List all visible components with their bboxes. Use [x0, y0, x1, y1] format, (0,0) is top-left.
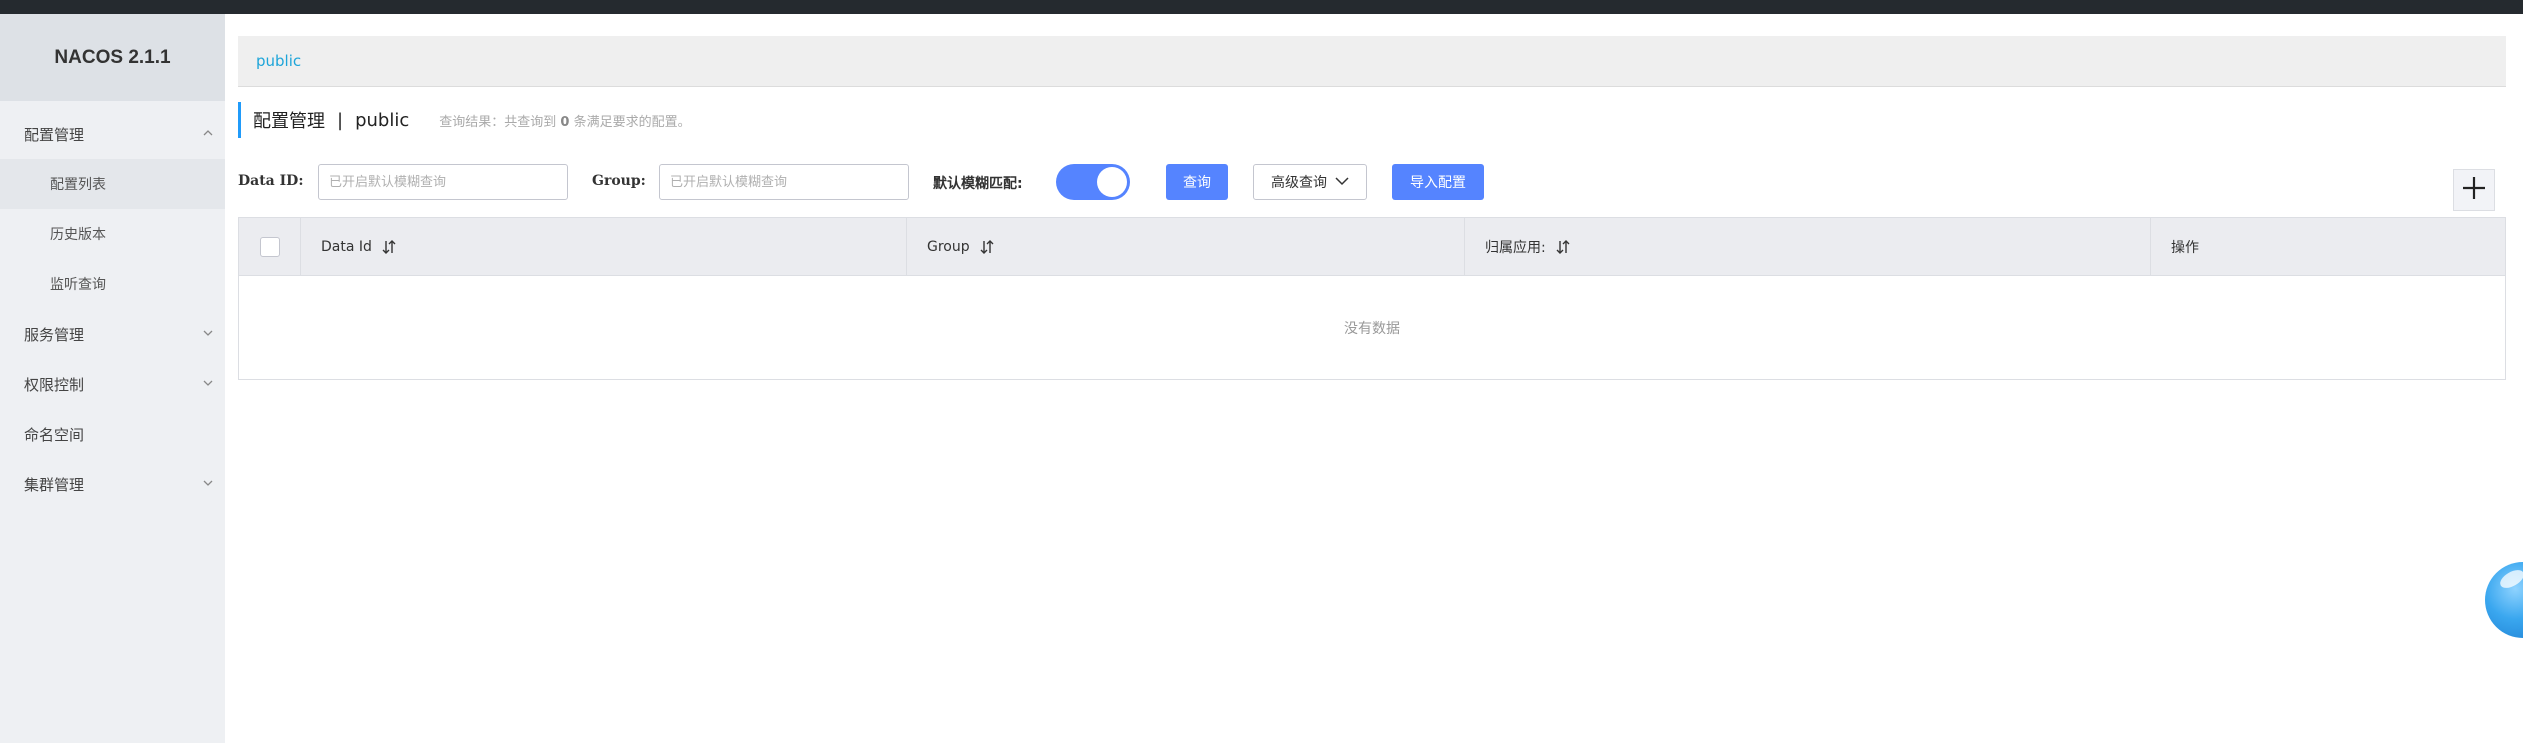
sidebar-item-namespace[interactable]: 命名空间 [0, 409, 225, 459]
data-id-input[interactable] [318, 164, 568, 200]
column-header-label: Group [927, 239, 970, 255]
chevron-down-icon [203, 378, 213, 388]
sidebar-item-label: 集群管理 [24, 475, 85, 494]
sidebar-item-access-control[interactable]: 权限控制 [0, 359, 225, 409]
sidebar-item-label: 监听查询 [50, 277, 106, 293]
config-table: Data Id Group 归属应用: 操作 没有数据 [238, 217, 2506, 380]
sort-icon[interactable] [382, 239, 396, 255]
column-header-data-id[interactable]: Data Id [301, 218, 907, 276]
brand-title: NACOS 2.1.1 [0, 14, 225, 101]
search-toolbar: Data ID: Group: 默认模糊匹配: 查询 高级查询 导入配置 [238, 162, 2518, 202]
sidebar-item-service-management[interactable]: 服务管理 [0, 309, 225, 359]
sidebar-menu: 配置管理 配置列表 历史版本 监听查询 服务管理 权限控制 命名空间 集群管理 [0, 109, 225, 509]
sidebar-item-label: 服务管理 [24, 325, 85, 344]
table-empty-state: 没有数据 [1344, 320, 1400, 337]
title-separator: | [337, 109, 344, 131]
sort-icon[interactable] [980, 239, 994, 255]
toggle-knob [1097, 167, 1127, 197]
table-header: Data Id Group 归属应用: 操作 [239, 218, 2505, 276]
add-config-button[interactable] [2453, 169, 2495, 211]
select-all-checkbox[interactable] [259, 237, 280, 257]
column-header-group[interactable]: Group [907, 218, 1465, 276]
chevron-up-icon [203, 128, 213, 138]
sidebar-item-cluster-management[interactable]: 集群管理 [0, 459, 225, 509]
namespace-link-public[interactable]: public [256, 52, 301, 70]
sidebar-item-label: 命名空间 [24, 425, 85, 444]
fuzzy-match-label: 默认模糊匹配: [933, 176, 1023, 192]
sidebar-item-config-management[interactable]: 配置管理 [0, 109, 225, 159]
plus-icon [2461, 175, 2487, 205]
sidebar-item-listen-query[interactable]: 监听查询 [0, 259, 225, 309]
query-result-suffix: 条满足要求的配置。 [573, 114, 691, 130]
group-input[interactable] [659, 164, 909, 200]
sidebar-item-config-list[interactable]: 配置列表 [0, 159, 225, 209]
page-title-namespace: public [355, 109, 410, 131]
ball-highlight [2497, 566, 2523, 592]
sidebar-item-label: 配置列表 [50, 177, 106, 193]
column-header-actions: 操作 [2151, 218, 2505, 276]
namespace-bar: public [238, 36, 2506, 87]
sidebar: NACOS 2.1.1 配置管理 配置列表 历史版本 监听查询 服务管理 权限控… [0, 14, 225, 743]
column-header-label: 归属应用: [1485, 240, 1546, 256]
chevron-down-icon [203, 478, 213, 488]
fuzzy-match-toggle[interactable] [1056, 164, 1130, 200]
chevron-down-icon [1335, 174, 1349, 190]
column-header-app[interactable]: 归属应用: [1465, 218, 2151, 276]
main-content: public 配置管理 | public 查询结果：共查询到 0 条满足要求的配… [225, 14, 2523, 743]
query-result-prefix: 查询结果：共查询到 [439, 114, 557, 130]
select-all-cell [239, 218, 301, 276]
sort-icon[interactable] [1556, 239, 1570, 255]
sidebar-item-history[interactable]: 历史版本 [0, 209, 225, 259]
advanced-query-label: 高级查询 [1271, 175, 1327, 191]
advanced-query-button[interactable]: 高级查询 [1253, 164, 1367, 200]
column-header-label: 操作 [2171, 240, 2199, 256]
group-label: Group: [592, 173, 646, 189]
sidebar-item-label: 权限控制 [24, 375, 85, 394]
chevron-down-icon [203, 328, 213, 338]
import-config-button[interactable]: 导入配置 [1392, 164, 1484, 200]
data-id-label: Data ID: [238, 173, 304, 189]
query-button[interactable]: 查询 [1166, 164, 1228, 200]
query-result-summary: 查询结果：共查询到 0 条满足要求的配置。 [439, 111, 690, 130]
sidebar-item-label: 配置管理 [24, 125, 85, 144]
column-header-label: Data Id [321, 239, 372, 255]
top-bar [0, 0, 2523, 14]
query-result-count: 0 [560, 114, 570, 130]
sidebar-item-label: 历史版本 [50, 227, 106, 243]
page-title: 配置管理 | public 查询结果：共查询到 0 条满足要求的配置。 [238, 102, 691, 138]
page-title-text: 配置管理 [253, 111, 325, 132]
